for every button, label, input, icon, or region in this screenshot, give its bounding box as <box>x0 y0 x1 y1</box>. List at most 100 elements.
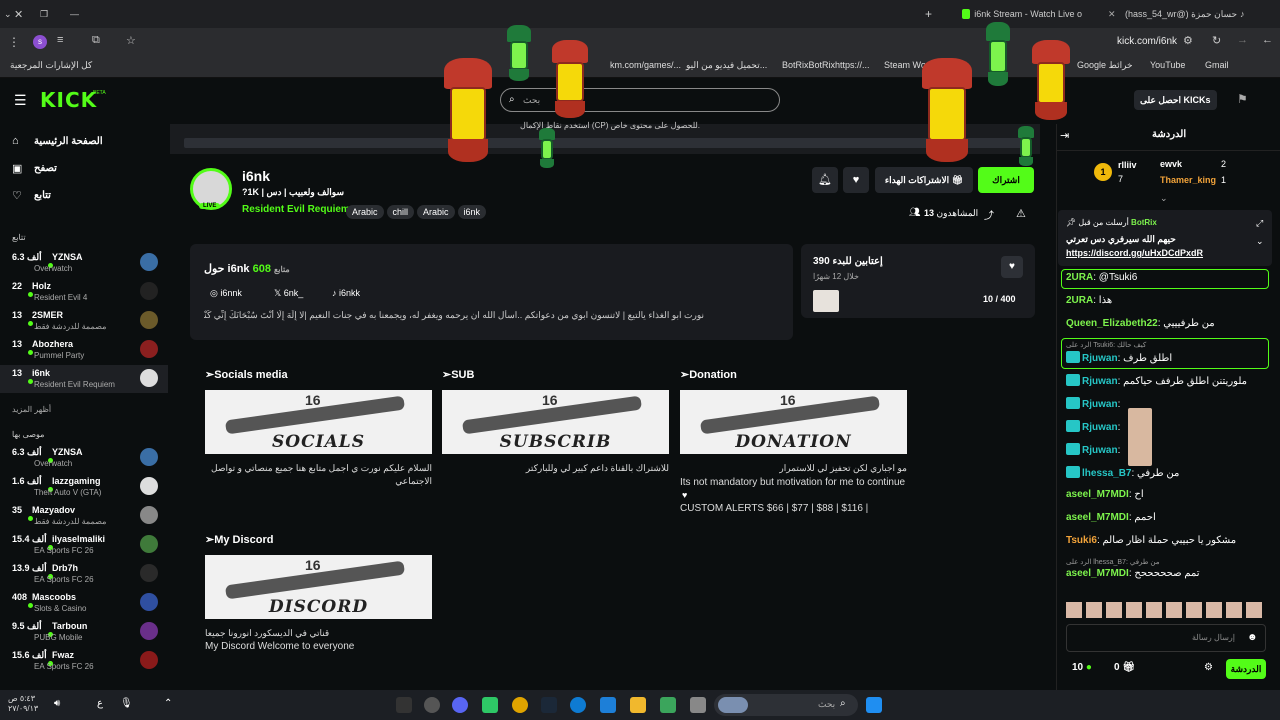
settings-icon[interactable] <box>424 697 440 713</box>
show-more-link[interactable]: أظهر المزيد <box>12 405 51 414</box>
chat-username[interactable]: Rjuwan <box>1082 445 1118 456</box>
pinned-user[interactable]: BotRix <box>1131 218 1157 227</box>
chat-username[interactable]: Rjuwan <box>1082 376 1118 387</box>
menu-dots-icon[interactable]: ⋮ <box>8 35 20 49</box>
start-icon[interactable] <box>866 697 882 713</box>
gift-subs-button[interactable]: الاشتراكات الهداء 🎁︎ <box>875 167 973 193</box>
bookmark-games[interactable]: km.com/games/... <box>610 60 681 70</box>
chat-message[interactable]: aseel_M7MDI: اح <box>1066 489 1144 500</box>
points-count[interactable]: 10 ● <box>1072 662 1092 673</box>
close-window-icon[interactable]: ✕ <box>14 4 23 24</box>
tab-tiktok[interactable]: (hass_54_wr@) حسان حمزة <box>1125 4 1253 24</box>
maximize-icon[interactable]: ❐ <box>40 4 48 24</box>
bookmark-maps[interactable]: Google خرائط <box>1077 60 1133 71</box>
chrome-icon[interactable] <box>512 697 528 713</box>
unpin-icon[interactable]: ⤢ <box>1256 218 1263 229</box>
chat-message[interactable]: aseel_M7MDI: تمم صحححححح <box>1066 568 1200 579</box>
chat-username[interactable]: aseel_M7MDI <box>1066 512 1129 523</box>
panel-image-donation[interactable]: 16 DONATION <box>680 390 907 454</box>
epic-games-icon[interactable] <box>396 697 412 713</box>
kick-app-icon[interactable] <box>482 697 498 713</box>
widgets-icon[interactable] <box>660 697 676 713</box>
leader-name[interactable]: Thamer_king <box>1160 175 1216 185</box>
sidebar-channel[interactable]: 1.6 ألف lazzgaming Theft Auto V (GTA) <box>0 473 168 501</box>
extensions-icon[interactable]: ⧉ <box>92 34 100 47</box>
bookmark-gmail[interactable]: Gmail <box>1205 60 1229 70</box>
minimize-icon[interactable]: — <box>70 4 79 24</box>
sidebar-channel[interactable]: 408 Mascoobs Slots & Casino <box>0 589 168 617</box>
get-kicks-button[interactable]: احصل على KICKs <box>1134 90 1217 110</box>
chat-username[interactable]: aseel_M7MDI <box>1066 568 1129 579</box>
sidebar-channel[interactable]: 13 2SMER مصممة للدردشة فقط <box>0 307 168 335</box>
bookmark-botrix[interactable]: BotRixBotRixhttps://... <box>782 60 870 70</box>
forward-icon[interactable]: → <box>1237 34 1248 46</box>
volume-icon[interactable]: 🔊︎ <box>54 698 60 709</box>
chevron-down-icon[interactable]: ⌄ <box>4 4 12 24</box>
social-tiktok[interactable]: ♪ i6nkk <box>332 288 360 298</box>
chat-message[interactable]: Rjuwan: <box>1066 420 1120 433</box>
goal-heart-icon[interactable]: ♥ <box>1001 256 1023 278</box>
chat-username[interactable]: Rjuwan <box>1082 399 1118 410</box>
panel-image-socials[interactable]: 16 SOCIALS <box>205 390 432 454</box>
chat-send-button[interactable]: الدردشة <box>1226 659 1266 679</box>
tag-chip[interactable]: Arabic <box>346 205 384 219</box>
discord-icon[interactable] <box>452 697 468 713</box>
chat-username[interactable]: Rjuwan <box>1082 422 1118 433</box>
tab-kick[interactable]: i6nk Stream - Watch Live o <box>962 4 1082 24</box>
chat-message[interactable]: Queen_Elizabeth22: من طرفيييي <box>1066 318 1215 329</box>
chat-username[interactable]: aseel_M7MDI <box>1066 489 1129 500</box>
nav-home[interactable]: الصفحة الرئيسية <box>34 136 103 147</box>
kick-logo[interactable]: KICK <box>40 88 97 112</box>
sidebar-channel[interactable]: 13 i6nk Resident Evil Requiem <box>0 365 168 393</box>
collapse-chat-icon[interactable]: ⇥ <box>1060 129 1069 142</box>
bell-icon[interactable]: 🔔︎ <box>812 167 838 193</box>
tag-chip[interactable]: chill <box>386 205 415 219</box>
sidebar-channel[interactable]: 15.6 ألف Fwaz EA Sports FC 26 <box>0 647 168 675</box>
social-instagram[interactable]: ◎ i6nnk <box>210 288 242 299</box>
mic-icon[interactable]: 🎙︎ <box>120 698 133 709</box>
social-x[interactable]: 𝕏 6nk_ <box>274 288 303 299</box>
chat-username[interactable]: Queen_Elizabeth22 <box>1066 318 1158 329</box>
video-player-strip[interactable]: استخدم نقاط الإكمال (CP) للحصول على محتو… <box>170 121 1040 154</box>
channel-name[interactable]: i6nk <box>242 168 270 184</box>
steam-icon[interactable] <box>541 697 557 713</box>
edge-icon[interactable] <box>570 697 586 713</box>
chat-message[interactable]: lhessa_B7: من طرفي <box>1066 466 1179 479</box>
chevron-down-icon[interactable]: ⌄ <box>1256 236 1264 247</box>
taskbar-search[interactable]: بحث ⌕ <box>714 694 858 716</box>
nav-browse[interactable]: تصفح <box>34 163 57 174</box>
chat-input[interactable]: ☻ إرسال رسالة <box>1066 624 1266 652</box>
sidebar-channel[interactable]: 13.9 ألف Drb7h EA Sports FC 26 <box>0 560 168 588</box>
close-icon[interactable]: ✕ <box>1108 4 1116 24</box>
chat-message[interactable]: Rjuwan: <box>1066 397 1120 410</box>
pinned-link[interactable]: https://discord.gg/uHxDCdPxdR <box>1066 248 1203 258</box>
hamburger-icon[interactable]: ☰ <box>14 92 27 109</box>
chat-message[interactable]: Rjuwan: <box>1066 443 1120 456</box>
nav-following[interactable]: تتابع <box>34 190 51 201</box>
sidebar-channel[interactable]: 6.3 ألف YZNSA Overwatch <box>0 249 168 277</box>
chat-message[interactable]: Tsuki6: مشكور يا حبيبي حملة اظار صالم <box>1066 535 1236 546</box>
follow-heart-button[interactable]: ♥ <box>843 167 869 193</box>
store-icon[interactable] <box>600 697 616 713</box>
bookmark-youtube[interactable]: YouTube <box>1150 60 1185 70</box>
panel-image-discord[interactable]: 16 DISCORD <box>205 555 432 619</box>
gear-icon[interactable]: ⚙ <box>1204 662 1213 673</box>
bookmark-icon[interactable]: ⚑ <box>1237 92 1248 106</box>
sidebar-channel[interactable]: 22 Holz Resident Evil 4 <box>0 278 168 306</box>
chevron-down-icon[interactable]: ⌄ <box>1160 193 1168 204</box>
subscribe-button[interactable]: اشتراك <box>978 167 1034 193</box>
tag-chip[interactable]: i6nk <box>457 205 487 219</box>
file-explorer-icon[interactable] <box>630 697 646 713</box>
chat-username[interactable]: lhessa_B7 <box>1082 468 1131 479</box>
report-icon[interactable]: ⚠ <box>1016 207 1026 220</box>
sidebar-channel[interactable]: 15.4 ألف ilyaselmaliki EA Sports FC 26 <box>0 531 168 559</box>
sidebar-channel[interactable]: 9.5 ألف Tarboun PUBG Mobile <box>0 618 168 646</box>
language-indicator[interactable]: ع <box>97 698 103 709</box>
new-tab-button[interactable]: + <box>925 4 932 24</box>
chat-message[interactable]: 2URA: هذا <box>1066 295 1112 306</box>
chat-username[interactable]: Tsuki6 <box>1066 535 1097 546</box>
bookmark-video[interactable]: تحميل فيديو من اليو... <box>686 60 767 71</box>
panel-image-sub[interactable]: 16 SUBSCRIB <box>442 390 669 454</box>
chat-username[interactable]: 2URA <box>1066 295 1093 306</box>
task-view-icon[interactable] <box>690 697 706 713</box>
